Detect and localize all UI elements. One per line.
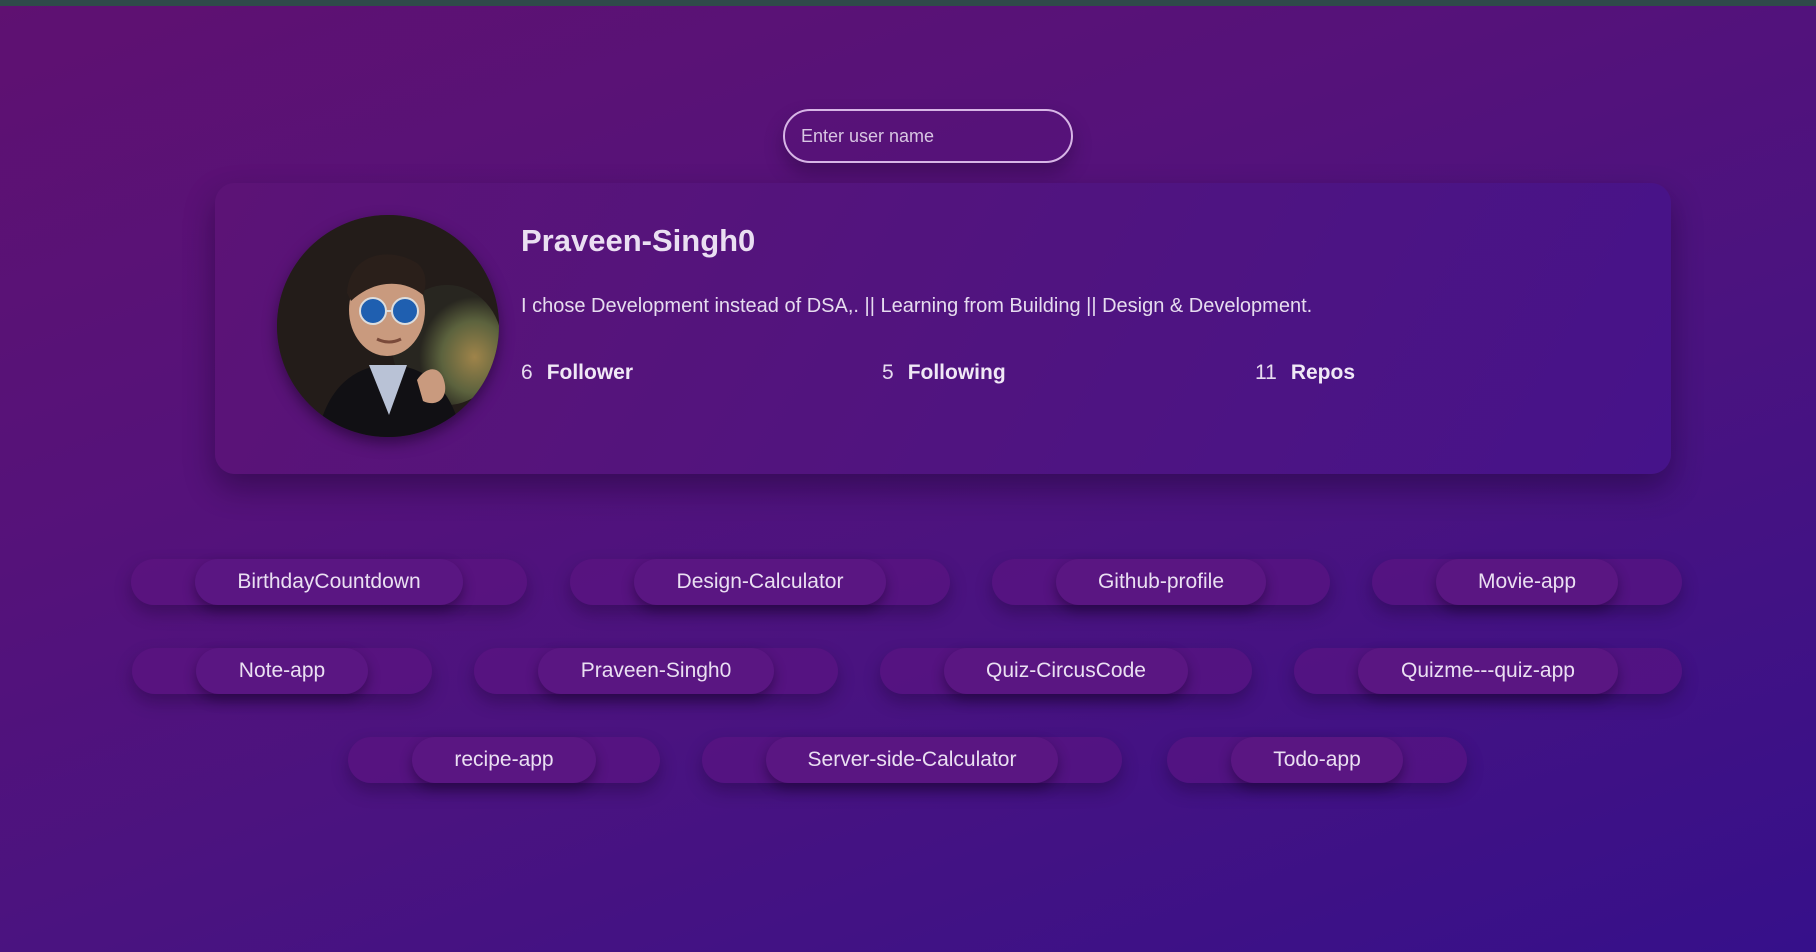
repos-label: Repos — [1290, 361, 1355, 384]
profile-card: Praveen-Singh0 I chose Development inste… — [215, 183, 1671, 474]
stat-repos: 11 Repos — [1255, 361, 1355, 385]
repo-link[interactable]: recipe-app — [412, 737, 596, 783]
repo-item: Design-Calculator — [570, 559, 950, 605]
repo-link[interactable]: Server-side-Calculator — [766, 737, 1058, 783]
following-count: 5 — [882, 361, 894, 384]
repo-item: Movie-app — [1372, 559, 1682, 605]
repo-item: Todo-app — [1167, 737, 1467, 783]
profile-bio: I chose Development instead of DSA,. || … — [521, 295, 1313, 317]
repo-item: Quiz-CircusCode — [880, 648, 1252, 694]
stat-following: 5 Following — [882, 361, 1006, 385]
repo-item: Github-profile — [992, 559, 1330, 605]
followers-count: 6 — [521, 361, 533, 384]
repo-link[interactable]: Movie-app — [1436, 559, 1618, 605]
repo-link[interactable]: Praveen-Singh0 — [538, 648, 774, 694]
repo-item: Note-app — [132, 648, 432, 694]
profile-avatar — [277, 215, 499, 437]
repos-count: 11 — [1255, 361, 1277, 384]
repo-link[interactable]: Note-app — [196, 648, 368, 694]
repo-item: BirthdayCountdown — [131, 559, 527, 605]
repo-item: Quizme---quiz-app — [1294, 648, 1682, 694]
following-label: Following — [907, 361, 1006, 384]
repo-link[interactable]: Todo-app — [1231, 737, 1403, 783]
username-search-input[interactable] — [783, 109, 1073, 163]
repo-item: recipe-app — [348, 737, 660, 783]
stat-followers: 6 Follower — [521, 361, 633, 385]
repo-link[interactable]: BirthdayCountdown — [195, 559, 463, 605]
repo-item: Praveen-Singh0 — [474, 648, 838, 694]
followers-label: Follower — [546, 361, 634, 384]
profile-username: Praveen-Singh0 — [521, 223, 756, 258]
search-container — [783, 109, 1073, 163]
repo-item: Server-side-Calculator — [702, 737, 1122, 783]
repo-link[interactable]: Quiz-CircusCode — [944, 648, 1188, 694]
repo-link[interactable]: Quizme---quiz-app — [1358, 648, 1618, 694]
repo-link[interactable]: Github-profile — [1056, 559, 1266, 605]
avatar-photo-icon — [277, 215, 499, 437]
profile-stats: 6 Follower 5 Following 11 Repos — [521, 361, 1381, 391]
top-strip — [0, 0, 1816, 6]
repo-link[interactable]: Design-Calculator — [634, 559, 886, 605]
